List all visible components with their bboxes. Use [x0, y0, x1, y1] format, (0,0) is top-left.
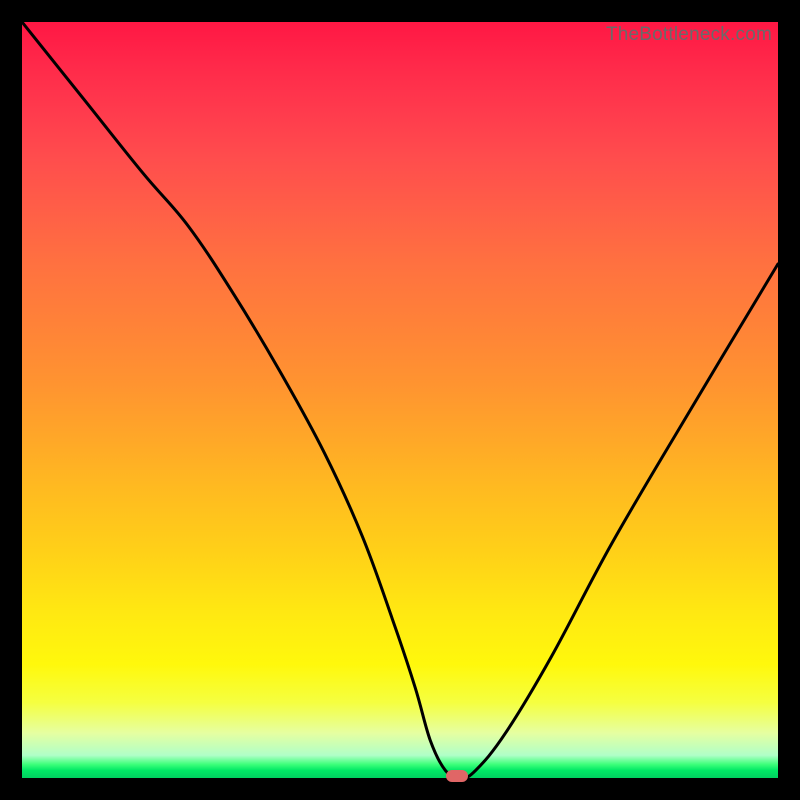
- curve-path: [22, 22, 778, 778]
- plot-area: TheBottleneck.com: [22, 22, 778, 778]
- watermark-text: TheBottleneck.com: [606, 24, 772, 46]
- chart-frame: TheBottleneck.com: [0, 0, 800, 800]
- optimum-marker: [446, 770, 468, 782]
- bottleneck-curve: [22, 22, 778, 778]
